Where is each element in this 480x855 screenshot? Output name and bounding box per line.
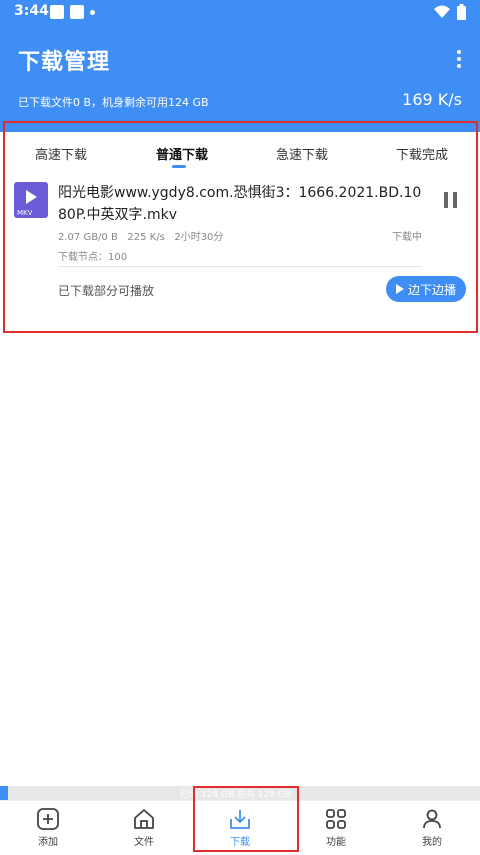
- app-header: 3:44 下载管理 已下载文件0 B，机身剩余可用124 GB 169 K/s: [0, 0, 480, 132]
- storage-bar-fill: [0, 786, 8, 800]
- nav-add[interactable]: 添加: [0, 807, 96, 848]
- battery-icon: [457, 4, 466, 20]
- nav-me[interactable]: 我的: [384, 807, 480, 848]
- notification-icon: [50, 5, 64, 19]
- dot-icon: [90, 10, 95, 15]
- nav-functions-label: 功能: [326, 837, 346, 848]
- grid-icon: [326, 809, 346, 829]
- page-title: 下载管理: [18, 50, 111, 75]
- nav-me-label: 我的: [422, 837, 442, 848]
- wifi-icon: [434, 5, 450, 18]
- home-icon: [134, 809, 154, 829]
- highlight-frame: [193, 786, 299, 852]
- storage-info: 已下载文件0 B，机身剩余可用124 GB: [18, 96, 209, 109]
- more-menu-icon[interactable]: [456, 50, 462, 70]
- status-time: 3:44: [14, 3, 49, 19]
- nav-add-label: 添加: [38, 837, 58, 848]
- nav-functions[interactable]: 功能: [288, 807, 384, 848]
- user-icon: [423, 809, 441, 829]
- status-bar: 3:44: [0, 0, 480, 24]
- notification-icon: [70, 5, 84, 19]
- add-icon: [37, 808, 59, 830]
- total-speed: 169 K/s: [402, 90, 462, 109]
- nav-files[interactable]: 文件: [96, 807, 192, 848]
- highlight-frame: [3, 121, 478, 333]
- nav-files-label: 文件: [134, 837, 154, 848]
